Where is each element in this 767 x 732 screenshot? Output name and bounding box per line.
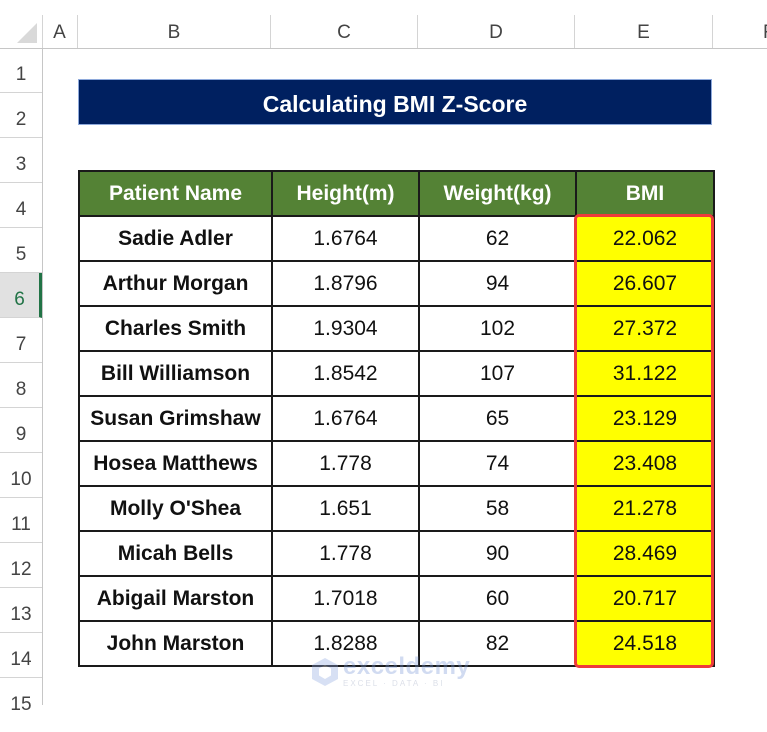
bmi-cell[interactable]: 21.278 bbox=[575, 485, 715, 532]
column-header-a[interactable]: A bbox=[42, 15, 78, 48]
header-height[interactable]: Height(m) bbox=[271, 170, 420, 217]
row-header-7[interactable]: 7 bbox=[0, 318, 42, 363]
bmi-cell[interactable]: 27.372 bbox=[575, 305, 715, 352]
sheet-title[interactable]: Calculating BMI Z-Score bbox=[78, 79, 712, 125]
bmi-cell[interactable]: 26.607 bbox=[575, 260, 715, 307]
row-header-13[interactable]: 13 bbox=[0, 588, 42, 633]
patient-name-cell[interactable]: Abigail Marston bbox=[78, 575, 273, 622]
height-cell[interactable]: 1.6764 bbox=[271, 215, 420, 262]
height-cell[interactable]: 1.8796 bbox=[271, 260, 420, 307]
bmi-cell[interactable]: 28.469 bbox=[575, 530, 715, 577]
watermark-brand: exceldemy bbox=[343, 653, 471, 680]
bmi-cell[interactable]: 20.717 bbox=[575, 575, 715, 622]
weight-cell[interactable]: 90 bbox=[418, 530, 577, 577]
row-header-1[interactable]: 1 bbox=[0, 48, 42, 93]
patient-name-cell[interactable]: John Marston bbox=[78, 620, 273, 667]
row-header-8[interactable]: 8 bbox=[0, 363, 42, 408]
patient-name-cell[interactable]: Susan Grimshaw bbox=[78, 395, 273, 442]
weight-cell[interactable]: 94 bbox=[418, 260, 577, 307]
height-cell[interactable]: 1.9304 bbox=[271, 305, 420, 352]
column-header-c[interactable]: C bbox=[271, 15, 418, 48]
patient-name-cell[interactable]: Bill Williamson bbox=[78, 350, 273, 397]
table-row: Bill Williamson 1.8542 107 31.122 bbox=[78, 350, 715, 397]
row-header-14[interactable]: 14 bbox=[0, 633, 42, 678]
table-row: Sadie Adler 1.6764 62 22.062 bbox=[78, 215, 715, 262]
patient-name-cell[interactable]: Charles Smith bbox=[78, 305, 273, 352]
spreadsheet: A B C D E F 1 2 3 4 5 6 7 8 9 10 11 12 1… bbox=[0, 0, 767, 715]
header-weight[interactable]: Weight(kg) bbox=[418, 170, 577, 217]
table-row: Hosea Matthews 1.778 74 23.408 bbox=[78, 440, 715, 487]
height-cell[interactable]: 1.6764 bbox=[271, 395, 420, 442]
weight-cell[interactable]: 60 bbox=[418, 575, 577, 622]
row-header-9[interactable]: 9 bbox=[0, 408, 42, 453]
column-header-b[interactable]: B bbox=[78, 15, 271, 48]
column-header-e[interactable]: E bbox=[575, 15, 713, 48]
weight-cell[interactable]: 58 bbox=[418, 485, 577, 532]
row-header-column: 1 2 3 4 5 6 7 8 9 10 11 12 13 14 15 bbox=[0, 48, 43, 715]
header-bmi[interactable]: BMI bbox=[575, 170, 715, 217]
table-row: Abigail Marston 1.7018 60 20.717 bbox=[78, 575, 715, 622]
weight-cell[interactable]: 65 bbox=[418, 395, 577, 442]
select-all-button[interactable] bbox=[0, 15, 43, 48]
height-cell[interactable]: 1.8542 bbox=[271, 350, 420, 397]
weight-cell[interactable]: 107 bbox=[418, 350, 577, 397]
patient-name-cell[interactable]: Hosea Matthews bbox=[78, 440, 273, 487]
row-header-5[interactable]: 5 bbox=[0, 228, 42, 273]
column-header-bar: A B C D E F bbox=[0, 15, 767, 49]
bmi-cell[interactable]: 23.129 bbox=[575, 395, 715, 442]
watermark: exceldemy EXCEL · DATA · BI bbox=[311, 655, 470, 688]
table-row: Susan Grimshaw 1.6764 65 23.129 bbox=[78, 395, 715, 442]
row-header-4[interactable]: 4 bbox=[0, 183, 42, 228]
table-row: Arthur Morgan 1.8796 94 26.607 bbox=[78, 260, 715, 307]
bmi-table: Patient Name Height(m) Weight(kg) BMI Sa… bbox=[78, 170, 715, 667]
table-row: Molly O'Shea 1.651 58 21.278 bbox=[78, 485, 715, 532]
row-header-15[interactable]: 15 bbox=[0, 678, 42, 723]
weight-cell[interactable]: 74 bbox=[418, 440, 577, 487]
row-header-2[interactable]: 2 bbox=[0, 93, 42, 138]
bmi-cell[interactable]: 22.062 bbox=[575, 215, 715, 262]
table-row: Micah Bells 1.778 90 28.469 bbox=[78, 530, 715, 577]
table-row: Charles Smith 1.9304 102 27.372 bbox=[78, 305, 715, 352]
watermark-tagline: EXCEL · DATA · BI bbox=[343, 679, 445, 688]
weight-cell[interactable]: 62 bbox=[418, 215, 577, 262]
patient-name-cell[interactable]: Micah Bells bbox=[78, 530, 273, 577]
header-patient-name[interactable]: Patient Name bbox=[78, 170, 273, 217]
height-cell[interactable]: 1.651 bbox=[271, 485, 420, 532]
row-header-12[interactable]: 12 bbox=[0, 543, 42, 588]
column-header-f[interactable]: F bbox=[713, 15, 767, 48]
weight-cell[interactable]: 102 bbox=[418, 305, 577, 352]
row-header-3[interactable]: 3 bbox=[0, 138, 42, 183]
patient-name-cell[interactable]: Molly O'Shea bbox=[78, 485, 273, 532]
row-header-10[interactable]: 10 bbox=[0, 453, 42, 498]
row-header-11[interactable]: 11 bbox=[0, 498, 42, 543]
height-cell[interactable]: 1.7018 bbox=[271, 575, 420, 622]
row-header-6-selected[interactable]: 6 bbox=[0, 273, 42, 318]
bmi-cell[interactable]: 23.408 bbox=[575, 440, 715, 487]
table-header-row: Patient Name Height(m) Weight(kg) BMI bbox=[78, 170, 715, 217]
height-cell[interactable]: 1.778 bbox=[271, 440, 420, 487]
column-header-d[interactable]: D bbox=[418, 15, 575, 48]
bmi-cell[interactable]: 31.122 bbox=[575, 350, 715, 397]
select-all-triangle-icon bbox=[17, 23, 37, 43]
exceldemy-logo-icon bbox=[312, 657, 338, 686]
height-cell[interactable]: 1.778 bbox=[271, 530, 420, 577]
patient-name-cell[interactable]: Arthur Morgan bbox=[78, 260, 273, 307]
patient-name-cell[interactable]: Sadie Adler bbox=[78, 215, 273, 262]
bmi-cell[interactable]: 24.518 bbox=[575, 620, 715, 667]
